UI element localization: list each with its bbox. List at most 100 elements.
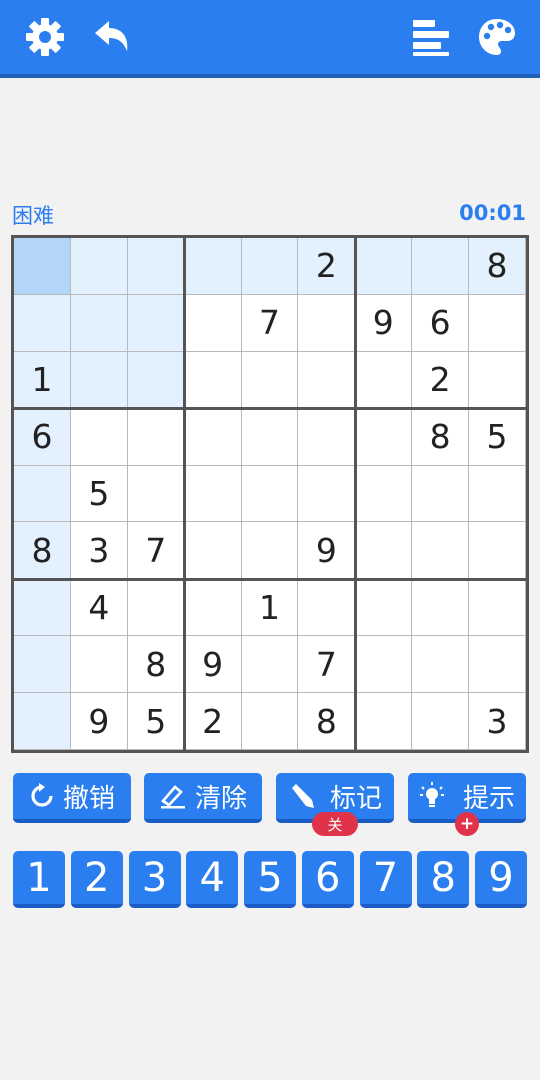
board-cell[interactable] — [184, 238, 242, 295]
board-cell[interactable]: 9 — [298, 522, 356, 580]
board-cell[interactable] — [355, 579, 413, 637]
board-cell[interactable] — [469, 351, 526, 409]
board-cell[interactable]: 8 — [469, 238, 526, 295]
board-cell[interactable] — [241, 408, 299, 466]
notes-button[interactable]: 标记 关 — [276, 773, 394, 836]
number-button-6[interactable]: 6 — [301, 851, 354, 908]
board-cell[interactable] — [355, 465, 413, 523]
board-cell[interactable] — [412, 522, 470, 580]
gear-icon[interactable] — [22, 14, 68, 60]
board-cell[interactable] — [70, 238, 128, 295]
erase-button[interactable]: 清除 — [144, 773, 262, 823]
board-cell[interactable] — [184, 408, 242, 466]
board-cell[interactable]: 1 — [14, 351, 71, 409]
board-cell[interactable] — [127, 408, 185, 466]
board-cell[interactable]: 3 — [70, 522, 128, 580]
board-cell[interactable] — [298, 294, 356, 352]
board-cell[interactable] — [127, 294, 185, 352]
board-cell[interactable] — [70, 351, 128, 409]
board-cell[interactable]: 7 — [241, 294, 299, 352]
board-cell[interactable] — [241, 693, 299, 750]
board-cell[interactable] — [355, 636, 413, 694]
board-cell[interactable]: 9 — [70, 693, 128, 750]
board-cell[interactable] — [355, 693, 413, 750]
board-cell[interactable]: 4 — [70, 579, 128, 637]
board-cell[interactable] — [241, 351, 299, 409]
board-cell[interactable]: 3 — [469, 693, 526, 750]
board-cell[interactable] — [412, 465, 470, 523]
board-cell[interactable] — [298, 351, 356, 409]
board-cell[interactable] — [127, 579, 185, 637]
board-cell[interactable] — [184, 522, 242, 580]
board-cell[interactable]: 6 — [412, 294, 470, 352]
number-button-9[interactable]: 9 — [475, 851, 527, 908]
top-toolbar — [0, 0, 540, 78]
board-cell[interactable] — [412, 693, 470, 750]
board-cell[interactable]: 8 — [127, 636, 185, 694]
board-cell[interactable] — [184, 294, 242, 352]
board-cell[interactable] — [14, 636, 71, 694]
board-cell[interactable] — [184, 351, 242, 409]
board-cell[interactable] — [355, 408, 413, 466]
board-cell[interactable] — [14, 465, 71, 523]
undo-arrow-icon[interactable] — [88, 14, 134, 60]
board-cell[interactable] — [241, 522, 299, 580]
board-cell[interactable] — [14, 579, 71, 637]
board-cell[interactable] — [298, 408, 356, 466]
board-cell[interactable]: 8 — [14, 522, 71, 580]
number-button-7[interactable]: 7 — [359, 851, 412, 908]
action-bar: 撤销 清除 标记 关 提示 + — [13, 773, 527, 836]
board-cell[interactable] — [70, 408, 128, 466]
board-cell[interactable] — [355, 351, 413, 409]
number-button-4[interactable]: 4 — [186, 851, 239, 908]
board-cell[interactable]: 2 — [184, 693, 242, 750]
board-cell[interactable] — [127, 351, 185, 409]
board-cell[interactable]: 9 — [184, 636, 242, 694]
board-cell[interactable]: 2 — [298, 238, 356, 295]
board-cell[interactable] — [355, 522, 413, 580]
board-cell[interactable] — [298, 579, 356, 637]
palette-icon[interactable] — [474, 14, 520, 60]
board-cell[interactable]: 7 — [298, 636, 356, 694]
board-cell[interactable] — [14, 294, 71, 352]
number-button-2[interactable]: 2 — [70, 851, 123, 908]
hint-button[interactable]: 提示 + — [408, 773, 526, 836]
board-cell[interactable] — [412, 238, 470, 295]
board-cell[interactable]: 5 — [127, 693, 185, 750]
number-button-3[interactable]: 3 — [128, 851, 181, 908]
board-cell[interactable] — [127, 465, 185, 523]
board-cell[interactable] — [241, 465, 299, 523]
board-cell[interactable]: 7 — [127, 522, 185, 580]
board-cell[interactable] — [355, 238, 413, 295]
board-cell[interactable] — [469, 579, 526, 637]
board-cell[interactable] — [184, 579, 242, 637]
board-cell[interactable] — [469, 465, 526, 523]
stats-bars-icon[interactable] — [408, 14, 454, 60]
number-button-1[interactable]: 1 — [13, 851, 65, 908]
board-cell[interactable] — [469, 294, 526, 352]
board-cell[interactable]: 1 — [241, 579, 299, 637]
board-cell[interactable]: 8 — [298, 693, 356, 750]
board-cell[interactable]: 6 — [14, 408, 71, 466]
board-cell[interactable] — [70, 636, 128, 694]
board-cell[interactable] — [70, 294, 128, 352]
board-cell[interactable] — [14, 238, 71, 295]
board-cell[interactable] — [412, 636, 470, 694]
board-cell[interactable] — [241, 238, 299, 295]
board-cell[interactable] — [469, 636, 526, 694]
board-cell[interactable] — [184, 465, 242, 523]
undo-button[interactable]: 撤销 — [13, 773, 131, 823]
number-button-8[interactable]: 8 — [417, 851, 470, 908]
board-cell[interactable]: 8 — [412, 408, 470, 466]
board-cell[interactable] — [241, 636, 299, 694]
number-button-5[interactable]: 5 — [244, 851, 296, 908]
board-cell[interactable]: 2 — [412, 351, 470, 409]
board-cell[interactable] — [412, 579, 470, 637]
board-cell[interactable] — [127, 238, 185, 295]
board-cell[interactable]: 9 — [355, 294, 413, 352]
board-cell[interactable] — [14, 693, 71, 750]
board-cell[interactable] — [298, 465, 356, 523]
board-cell[interactable]: 5 — [70, 465, 128, 523]
board-cell[interactable] — [469, 522, 526, 580]
board-cell[interactable]: 5 — [469, 408, 526, 466]
